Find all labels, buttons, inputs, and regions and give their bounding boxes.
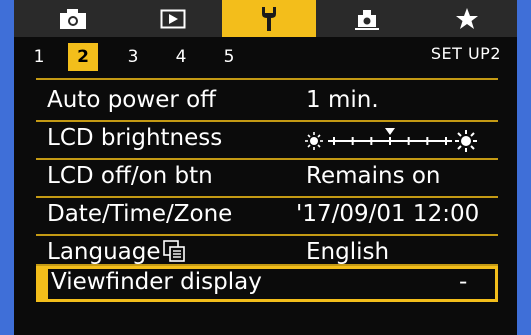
row-value: English <box>306 239 390 265</box>
row-label-wrap: Language <box>47 239 185 265</box>
language-icon <box>162 240 185 262</box>
subtab-1[interactable]: 1 <box>24 43 54 71</box>
row-label: Viewfinder display <box>51 269 262 295</box>
tab-setup[interactable] <box>222 0 316 37</box>
row-value: 1 min. <box>306 87 379 113</box>
tab-playback[interactable] <box>132 0 214 37</box>
row-label: LCD off/on btn <box>47 163 213 189</box>
menu-page-label: SET UP2 <box>430 44 501 63</box>
brightness-low-icon <box>305 132 323 150</box>
menu-row-auto-power-off[interactable]: Auto power off 1 min. <box>36 84 498 120</box>
divider <box>36 78 498 80</box>
row-label: Date/Time/Zone <box>47 201 233 227</box>
row-label: LCD brightness <box>47 125 223 151</box>
subtab-2[interactable]: 2 <box>68 43 98 71</box>
row-label: Language <box>47 239 161 265</box>
subtab-5[interactable]: 5 <box>214 43 244 71</box>
row-value: '17/09/01 12:00 <box>296 201 480 227</box>
brightness-slider <box>305 128 477 152</box>
menu-screen: 1 2 3 4 5 SET UP2 Auto power off 1 min. … <box>14 0 517 335</box>
tab-shooting[interactable] <box>32 0 114 37</box>
playback-icon <box>160 9 186 28</box>
menu-row-lcd-off-on-btn[interactable]: LCD off/on btn Remains on <box>36 160 498 196</box>
star-icon <box>456 7 478 29</box>
row-value: - <box>459 269 468 295</box>
tab-my-menu[interactable] <box>426 0 508 37</box>
brightness-high-icon <box>455 130 477 152</box>
camera-icon <box>60 8 86 29</box>
row-label: Auto power off <box>47 87 217 113</box>
main-tab-bar <box>14 0 517 37</box>
subtab-4[interactable]: 4 <box>166 43 196 71</box>
wrench-icon <box>262 6 276 31</box>
menu-row-lcd-brightness[interactable]: LCD brightness <box>36 122 498 158</box>
custom-function-icon <box>355 9 379 30</box>
subtab-3[interactable]: 3 <box>118 43 148 71</box>
menu-row-date-time-zone[interactable]: Date/Time/Zone '17/09/01 12:00 <box>36 198 498 234</box>
sub-tab-bar: 1 2 3 4 5 SET UP2 <box>14 37 517 77</box>
slider-pointer <box>385 128 395 135</box>
tab-custom[interactable] <box>326 0 408 37</box>
row-value: Remains on <box>306 163 441 189</box>
menu-row-viewfinder-display[interactable]: Viewfinder display - <box>36 266 498 302</box>
